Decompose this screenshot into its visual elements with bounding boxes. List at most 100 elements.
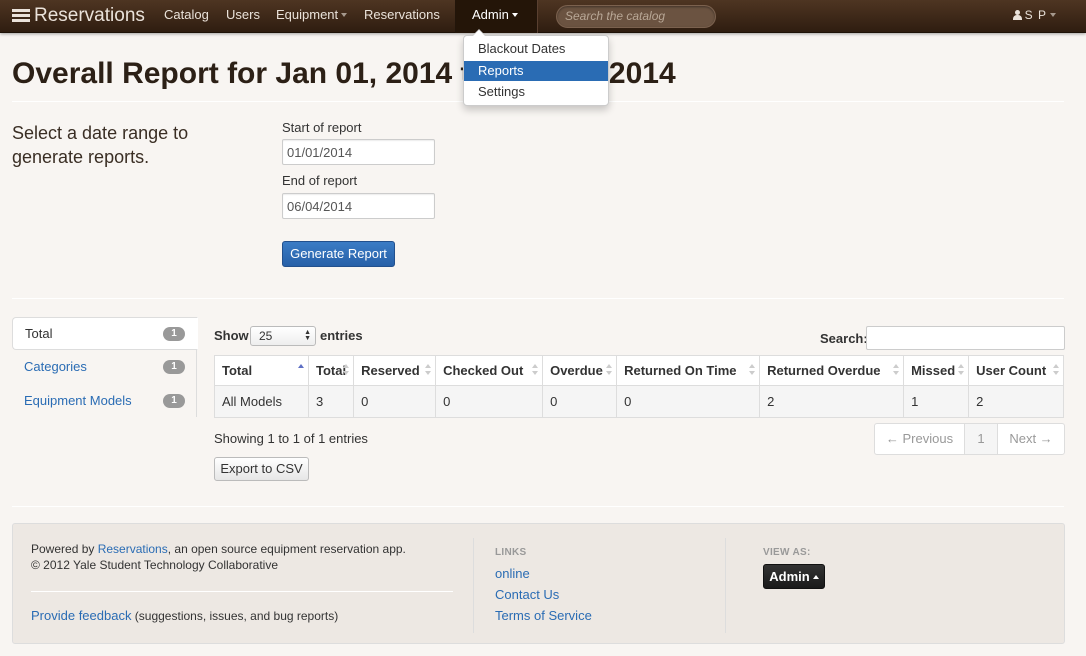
- footer-divider: [725, 538, 726, 633]
- entries-value: 25: [259, 329, 273, 343]
- sort-icon: [532, 364, 539, 376]
- table-cell: 3: [307, 385, 355, 418]
- copyright-text: © 2012 Yale Student Technology Collabora…: [31, 558, 279, 572]
- nav-admin[interactable]: Admin: [472, 7, 518, 23]
- feedback-text: Provide feedback (suggestions, issues, a…: [31, 608, 339, 623]
- table-cell: All Models: [214, 385, 309, 418]
- tab-categories[interactable]: Categories 1: [12, 351, 197, 384]
- feedback-link[interactable]: Provide feedback: [31, 608, 131, 623]
- nav-users[interactable]: Users: [226, 7, 260, 23]
- search-label: Search:: [820, 331, 868, 346]
- column-header[interactable]: Missed: [903, 355, 970, 386]
- chevron-down-icon: [1050, 12, 1056, 17]
- generate-report-button[interactable]: Generate Report: [282, 241, 395, 267]
- sort-icon: [1053, 364, 1059, 376]
- brand-label: Reservations: [34, 5, 145, 26]
- count-badge: 1: [163, 327, 185, 341]
- table-row: All Models 3 0 0 0 0 2 1 2: [214, 385, 1064, 418]
- report-table: Total Total Reserved Checked Out Overdue…: [214, 355, 1064, 418]
- sort-icon: [749, 364, 756, 376]
- table-cell: 0: [616, 385, 761, 418]
- view-as-button[interactable]: Admin: [763, 564, 825, 589]
- table-search-input[interactable]: [866, 326, 1065, 350]
- footer-divider: [31, 591, 453, 592]
- sort-icon: [893, 364, 900, 376]
- pagination-page-1[interactable]: 1: [965, 424, 998, 454]
- view-as-label: Admin: [769, 569, 810, 584]
- intro-text: Select a date range to generate reports.: [12, 123, 189, 167]
- table-cell: 1: [903, 385, 970, 418]
- table-cell: 2: [759, 385, 905, 418]
- pagination: ← Previous 1 Next →: [874, 423, 1065, 455]
- count-badge: 1: [163, 360, 185, 374]
- table-cell: 0: [542, 385, 618, 418]
- column-header[interactable]: Returned Overdue: [759, 355, 905, 386]
- tab-label: Equipment Models: [24, 393, 132, 408]
- table-header-row: Total Total Reserved Checked Out Overdue…: [214, 355, 1064, 386]
- reservations-link[interactable]: Reservations: [98, 542, 168, 556]
- admin-dropdown-menu: Blackout Dates Reports Settings: [463, 29, 609, 106]
- entries-label: entries: [320, 328, 363, 343]
- report-tabs: Total 1 Categories 1 Equipment Models 1: [12, 317, 198, 418]
- sort-icon: [958, 364, 965, 376]
- select-arrows-icon: ▲ ▼: [304, 329, 311, 342]
- nav-equipment-label: Equipment: [276, 7, 339, 22]
- catalog-search-input[interactable]: Search the catalog: [556, 5, 716, 28]
- count-badge: 1: [163, 394, 185, 408]
- tab-equipment-models[interactable]: Equipment Models 1: [12, 385, 197, 418]
- show-label: Show: [214, 328, 249, 343]
- column-header[interactable]: Reserved: [353, 355, 437, 386]
- chevron-down-icon: [341, 12, 348, 17]
- tab-label: Total: [25, 326, 53, 341]
- column-header[interactable]: Overdue: [542, 355, 618, 386]
- pagination-previous[interactable]: ← Previous: [875, 424, 965, 454]
- powered-by-text: Powered by Reservations, an open source …: [31, 542, 406, 556]
- list-icon: [12, 9, 30, 23]
- table-info: Showing 1 to 1 of 1 entries: [214, 431, 368, 446]
- nav-reservations[interactable]: Reservations: [364, 7, 440, 23]
- export-csv-button[interactable]: Export to CSV: [214, 457, 309, 481]
- brand-link[interactable]: Reservations: [12, 4, 145, 28]
- pagination-next[interactable]: Next →: [998, 424, 1064, 454]
- tab-total[interactable]: Total 1: [12, 317, 198, 350]
- column-header[interactable]: Checked Out: [435, 355, 544, 386]
- end-date-input[interactable]: 06/04/2014: [282, 193, 435, 219]
- view-as-heading: VIEW AS:: [763, 547, 811, 558]
- start-date-label: Start of report: [282, 120, 362, 135]
- divider: [12, 506, 1064, 507]
- column-header[interactable]: Total: [214, 355, 309, 386]
- nav-equipment[interactable]: Equipment: [276, 7, 348, 23]
- column-header[interactable]: User Count: [968, 355, 1064, 386]
- table-cell: 0: [435, 385, 544, 418]
- footer-link-online[interactable]: online: [495, 566, 530, 581]
- links-heading: LINKS: [495, 547, 527, 558]
- column-header[interactable]: Total: [307, 355, 355, 386]
- user-icon: [1012, 10, 1022, 20]
- sort-asc-icon: [298, 364, 304, 376]
- menu-item-blackout-dates[interactable]: Blackout Dates: [464, 39, 608, 59]
- nav-catalog[interactable]: Catalog: [164, 7, 209, 23]
- sort-icon: [343, 364, 350, 376]
- table-cell: 0: [353, 385, 437, 418]
- menu-item-settings[interactable]: Settings: [464, 82, 608, 102]
- entries-select[interactable]: 25 ▲ ▼: [250, 326, 316, 346]
- user-initials: S P: [1024, 8, 1047, 22]
- divider: [12, 298, 1064, 299]
- end-date-label: End of report: [282, 173, 358, 188]
- user-menu[interactable]: S P: [1012, 7, 1056, 23]
- menu-item-reports[interactable]: Reports: [464, 61, 608, 81]
- tab-label: Categories: [24, 359, 87, 374]
- sort-icon: [606, 364, 613, 376]
- start-date-input[interactable]: 01/01/2014: [282, 139, 435, 165]
- footer-divider: [473, 538, 474, 633]
- sort-icon: [425, 364, 432, 376]
- nav-admin-label: Admin: [472, 7, 509, 22]
- footer: Powered by Reservations, an open source …: [12, 523, 1065, 644]
- nav-divider: [536, 0, 537, 33]
- table-cell: 2: [968, 385, 1064, 418]
- footer-link-contact[interactable]: Contact Us: [495, 587, 559, 602]
- navbar: Reservations Catalog Users Equipment Res…: [0, 0, 1086, 33]
- chevron-down-icon: [511, 12, 518, 17]
- column-header[interactable]: Returned On Time: [616, 355, 761, 386]
- footer-link-terms[interactable]: Terms of Service: [495, 608, 592, 623]
